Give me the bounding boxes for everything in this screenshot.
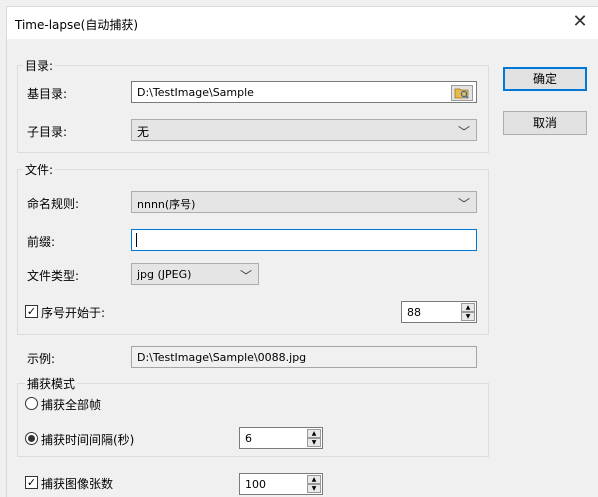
capture-count-label: 捕获图像张数 [41, 477, 114, 491]
text-caret [136, 233, 137, 247]
naming-rule-label: 命名规则: [27, 197, 80, 211]
spin-up-icon[interactable]: ▲ [307, 475, 321, 484]
capture-count-checkbox[interactable]: ✓ [25, 476, 38, 489]
sub-directory-label: 子目录: [27, 125, 68, 139]
file-group-title: 文件: [23, 161, 56, 178]
capture-mode-title: 捕获模式 [25, 375, 78, 392]
capture-count-spinner[interactable]: 100 ▲ ▼ [239, 473, 323, 495]
spin-down-icon[interactable]: ▼ [307, 438, 321, 447]
naming-rule-select[interactable]: nnnn(序号) ﹀ [131, 191, 477, 213]
spinner-arrows[interactable]: ▲ ▼ [307, 475, 321, 493]
window-title: Time-lapse(自动捕获) [15, 18, 139, 32]
directory-group-title: 目录: [23, 57, 56, 74]
base-directory-field[interactable]: D:\TestImage\Sample [131, 81, 477, 103]
base-directory-label: 基目录: [27, 87, 68, 101]
file-type-value: jpg (JPEG) [137, 268, 192, 281]
ok-button[interactable]: 确定 [503, 67, 587, 91]
interval-spinner[interactable]: 6 ▲ ▼ [239, 427, 323, 449]
chevron-down-icon: ﹀ [239, 269, 252, 283]
sequence-start-value: 88 [407, 306, 421, 319]
file-type-select[interactable]: jpg (JPEG) ﹀ [131, 263, 259, 285]
spin-down-icon[interactable]: ▼ [461, 312, 475, 321]
folder-browse-icon[interactable] [451, 85, 473, 101]
spinner-arrows[interactable]: ▲ ▼ [461, 303, 475, 321]
sequence-start-spinner[interactable]: 88 ▲ ▼ [401, 301, 477, 323]
example-value: D:\TestImage\Sample\0088.jpg [137, 351, 307, 364]
prefix-label: 前缀: [27, 235, 56, 249]
interval-value: 6 [245, 432, 252, 445]
sequence-start-label: 序号开始于: [41, 306, 106, 320]
title-bar: Time-lapse(自动捕获) ✕ [7, 7, 598, 39]
close-icon[interactable]: ✕ [569, 11, 591, 33]
naming-rule-value: nnnn(序号) [137, 198, 196, 211]
dialog-client-area: 目录: 基目录: D:\TestImage\Sample 子目录: 无 ﹀ 文件… [7, 39, 598, 497]
all-frames-radio[interactable] [25, 397, 38, 410]
chevron-down-icon: ﹀ [457, 197, 470, 211]
file-type-label: 文件类型: [27, 269, 80, 283]
spinner-arrows[interactable]: ▲ ▼ [307, 429, 321, 447]
sequence-start-checkbox[interactable]: ✓ [25, 305, 38, 318]
example-field: D:\TestImage\Sample\0088.jpg [131, 346, 477, 368]
chevron-down-icon: ﹀ [457, 125, 470, 139]
capture-count-value: 100 [245, 478, 266, 491]
interval-label: 捕获时间间隔(秒) [41, 433, 135, 447]
spin-up-icon[interactable]: ▲ [307, 429, 321, 438]
example-label: 示例: [27, 352, 56, 366]
interval-radio[interactable] [25, 432, 38, 445]
sub-directory-select[interactable]: 无 ﹀ [131, 119, 477, 141]
all-frames-label: 捕获全部帧 [41, 398, 102, 412]
prefix-input[interactable] [131, 229, 477, 251]
spin-up-icon[interactable]: ▲ [461, 303, 475, 312]
spin-down-icon[interactable]: ▼ [307, 484, 321, 493]
base-directory-value: D:\TestImage\Sample [137, 86, 254, 99]
time-lapse-dialog: Time-lapse(自动捕获) ✕ 目录: 基目录: D:\TestImage… [6, 6, 598, 497]
sub-directory-value: 无 [137, 125, 150, 139]
cancel-button[interactable]: 取消 [503, 111, 587, 135]
